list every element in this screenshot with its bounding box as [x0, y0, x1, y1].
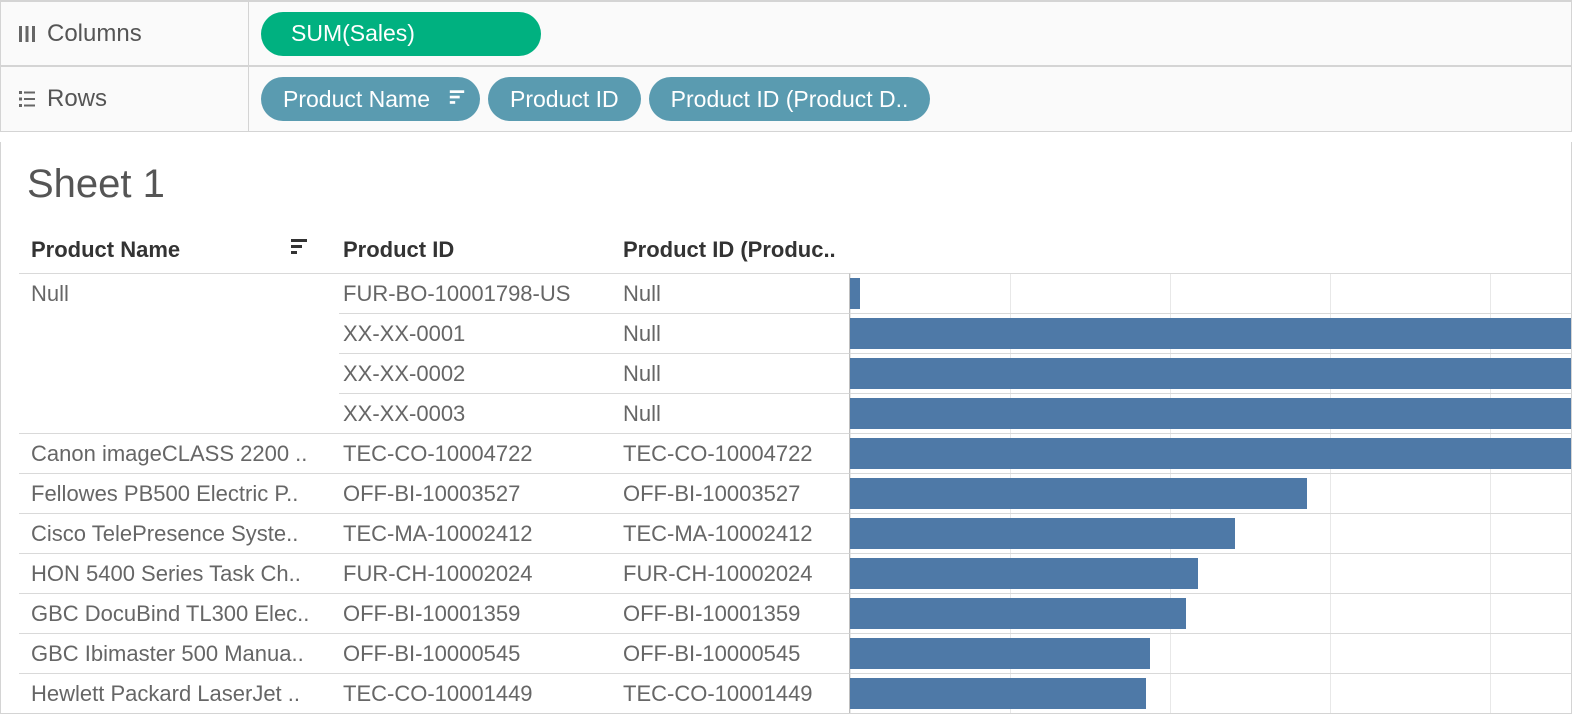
cell-product-id[interactable]: OFF-BI-10003527: [339, 473, 619, 513]
cell-product-name[interactable]: HON 5400 Series Task Ch..: [19, 553, 339, 593]
bar-cell: [849, 393, 1571, 433]
cell-product-id[interactable]: XX-XX-0003: [339, 393, 619, 433]
cell-product-name[interactable]: GBC Ibimaster 500 Manua..: [19, 633, 339, 673]
sheet-title[interactable]: Sheet 1: [19, 162, 1571, 207]
sort-desc-icon[interactable]: [289, 237, 309, 263]
cell-product-id2[interactable]: Null: [619, 353, 849, 393]
cell-product-name[interactable]: Fellowes PB500 Electric P..: [19, 473, 339, 513]
bar-cell: [849, 633, 1571, 673]
rows-shelf-label: Rows: [47, 85, 107, 113]
bar-cell: [849, 553, 1571, 593]
header-product-id2[interactable]: Product ID (Produc..: [619, 231, 849, 273]
bar[interactable]: [850, 518, 1235, 549]
rows-icon: [13, 89, 41, 109]
rows-pill-area[interactable]: Product NameProduct IDProduct ID (Produc…: [249, 77, 1563, 121]
cell-product-id2[interactable]: Null: [619, 393, 849, 433]
cell-product-id2[interactable]: TEC-CO-10001449: [619, 673, 849, 713]
cell-product-id[interactable]: XX-XX-0001: [339, 313, 619, 353]
header-product-id2-label: Product ID (Produc..: [623, 237, 836, 263]
cell-product-id[interactable]: OFF-BI-10000545: [339, 633, 619, 673]
bar-cell: [849, 433, 1571, 473]
cell-product-id[interactable]: FUR-BO-10001798-US: [339, 273, 619, 313]
cell-product-name[interactable]: [19, 313, 339, 353]
bar[interactable]: [850, 478, 1307, 509]
columns-icon: [13, 24, 41, 44]
bar[interactable]: [850, 638, 1150, 669]
bar-cell: [849, 353, 1571, 393]
cell-product-id[interactable]: TEC-MA-10002412: [339, 513, 619, 553]
bar-cell: [849, 673, 1571, 713]
header-chart-area: [849, 231, 1571, 273]
cell-product-id2[interactable]: OFF-BI-10001359: [619, 593, 849, 633]
header-product-name[interactable]: Product Name: [19, 231, 339, 273]
bar[interactable]: [850, 558, 1198, 589]
cell-product-id[interactable]: XX-XX-0002: [339, 353, 619, 393]
bar-cell: [849, 513, 1571, 553]
bar[interactable]: [850, 318, 1571, 349]
pill-product-id-product-d-[interactable]: Product ID (Product D..: [649, 77, 931, 121]
header-product-id-label: Product ID: [343, 237, 454, 263]
pill-product-name[interactable]: Product Name: [261, 77, 480, 121]
cell-product-id[interactable]: FUR-CH-10002024: [339, 553, 619, 593]
bar[interactable]: [850, 438, 1571, 469]
bar[interactable]: [850, 358, 1571, 389]
data-grid: Product Name Product ID Product ID (Prod…: [19, 231, 1571, 713]
header-product-id[interactable]: Product ID: [339, 231, 619, 273]
cell-product-name[interactable]: Hewlett Packard LaserJet ..: [19, 673, 339, 713]
bar-cell: [849, 273, 1571, 313]
bar[interactable]: [850, 398, 1571, 429]
cell-product-id[interactable]: OFF-BI-10001359: [339, 593, 619, 633]
cell-product-id2[interactable]: TEC-CO-10004722: [619, 433, 849, 473]
bar-cell: [849, 473, 1571, 513]
sort-desc-icon[interactable]: [448, 86, 466, 113]
rows-shelf[interactable]: Rows Product NameProduct IDProduct ID (P…: [0, 66, 1572, 132]
columns-shelf-label: Columns: [47, 20, 142, 48]
cell-product-id2[interactable]: TEC-MA-10002412: [619, 513, 849, 553]
bar-cell: [849, 593, 1571, 633]
rows-shelf-label-cell: Rows: [9, 67, 249, 131]
cell-product-name[interactable]: GBC DocuBind TL300 Elec..: [19, 593, 339, 633]
cell-product-id2[interactable]: FUR-CH-10002024: [619, 553, 849, 593]
pill-sum-sales-[interactable]: SUM(Sales): [261, 12, 541, 56]
cell-product-name[interactable]: Cisco TelePresence Syste..: [19, 513, 339, 553]
pill-product-id[interactable]: Product ID: [488, 77, 641, 121]
cell-product-id2[interactable]: Null: [619, 273, 849, 313]
columns-shelf[interactable]: Columns SUM(Sales): [0, 0, 1572, 66]
header-product-name-label: Product Name: [31, 237, 180, 263]
sheet: Sheet 1 Product Name Product ID Product …: [0, 142, 1572, 714]
cell-product-name[interactable]: Canon imageCLASS 2200 ..: [19, 433, 339, 473]
cell-product-id[interactable]: TEC-CO-10001449: [339, 673, 619, 713]
cell-product-id[interactable]: TEC-CO-10004722: [339, 433, 619, 473]
bar[interactable]: [850, 678, 1146, 709]
columns-pill-area[interactable]: SUM(Sales): [249, 12, 1563, 56]
columns-shelf-label-cell: Columns: [9, 2, 249, 65]
cell-product-id2[interactable]: Null: [619, 313, 849, 353]
bar-cell: [849, 313, 1571, 353]
cell-product-name[interactable]: [19, 353, 339, 393]
bar[interactable]: [850, 598, 1186, 629]
bar[interactable]: [850, 278, 860, 309]
cell-product-id2[interactable]: OFF-BI-10003527: [619, 473, 849, 513]
cell-product-name[interactable]: Null: [19, 273, 339, 313]
cell-product-id2[interactable]: OFF-BI-10000545: [619, 633, 849, 673]
cell-product-name[interactable]: [19, 393, 339, 433]
